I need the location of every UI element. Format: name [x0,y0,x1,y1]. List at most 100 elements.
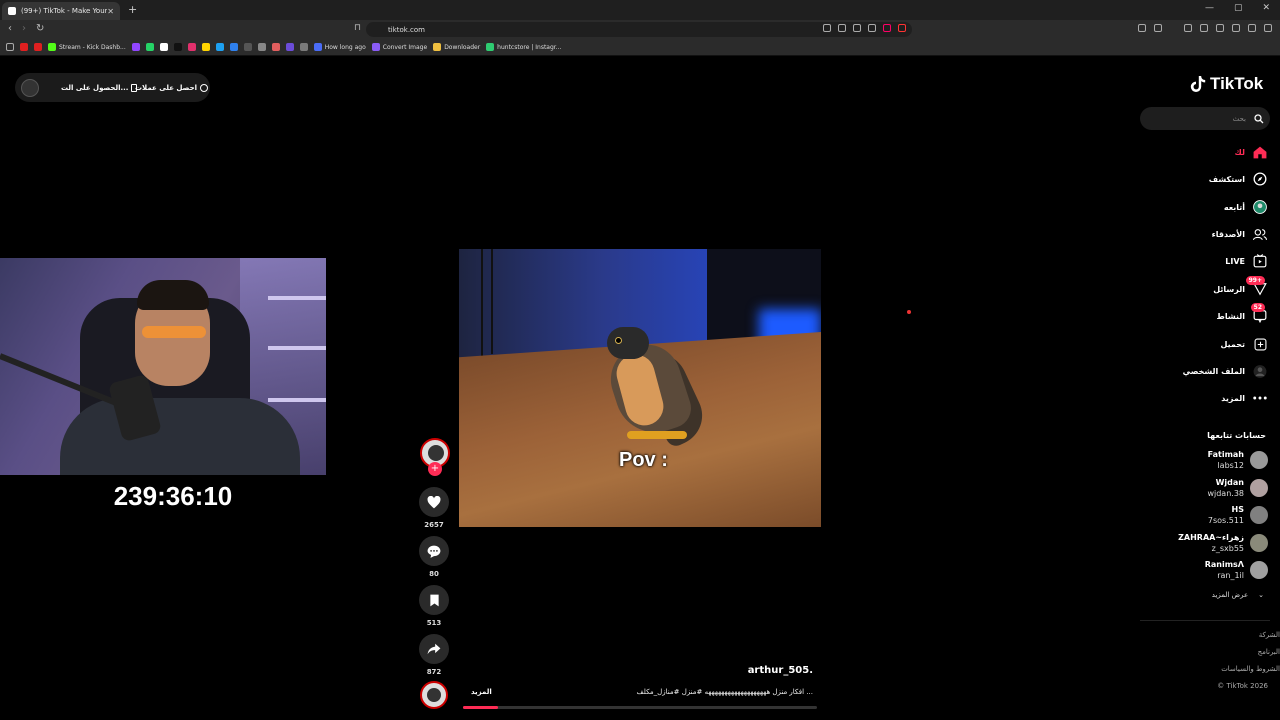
bookmark-item[interactable] [243,43,252,51]
new-tab-button[interactable]: + [128,3,137,16]
bookmark-item[interactable] [257,43,266,51]
sidebar-nav-item[interactable]: LIVE [1140,251,1267,271]
video-progress-bar[interactable] [463,706,817,709]
account-display-name: Fatimah [1207,450,1244,459]
video-author[interactable]: arthur_505. [700,665,813,676]
video-player[interactable]: Pov : [459,249,821,527]
see-more-button[interactable]: عرض المزيد ⌄ [1140,591,1264,599]
following-account[interactable]: ZAHRAA~زهراء z_sxb55 [1140,531,1268,555]
tiktok-logo[interactable]: TikTok [1190,74,1263,94]
bookmark-item[interactable]: Convert Image [371,43,428,51]
following-account[interactable]: Wjdan wjdan.38 [1140,476,1268,500]
tab-close-icon[interactable]: ✕ [107,7,114,16]
get-coins-pill: الحصول على الت... احصل على عملات [15,73,210,102]
following-account[interactable]: RanimsɅ ran_1il [1140,558,1268,582]
bookmark-item[interactable] [271,43,280,51]
bookmark-item[interactable] [201,43,210,51]
save-button[interactable] [419,585,449,615]
wallet-icon[interactable] [1216,24,1224,32]
footer-link-terms[interactable]: الشروط والسياسات [1221,665,1280,673]
following-accounts-title: حسابات تتابعها [1207,431,1266,440]
get-coins-button[interactable]: احصل على عملات [135,83,209,92]
bookmark-item[interactable] [187,43,196,51]
bookmark-item[interactable]: Downloader [433,43,480,51]
video-cable [481,249,483,369]
footer-link-program[interactable]: البرنامج [1258,648,1280,656]
account-avatar [1250,561,1268,579]
search-icon[interactable] [1254,113,1264,124]
zoom-icon[interactable] [838,24,846,32]
following-account[interactable]: HS 7sos.511 [1140,503,1268,527]
falcon-eye [615,337,622,344]
bookmark-item[interactable] [215,43,224,51]
like-button[interactable] [419,487,449,517]
bookmark-item[interactable] [145,43,154,51]
sidebar-nav-item[interactable]: النشاط 52 [1140,303,1267,326]
tiktok-favicon-icon [8,7,16,15]
share-icon[interactable] [868,24,876,32]
reload-icon[interactable]: ↻ [36,23,44,34]
bookmark-item[interactable] [34,43,42,51]
share-count: 872 [426,668,442,676]
sidebar-nav-item[interactable]: استكشف [1140,169,1267,189]
shelf [268,346,326,350]
sidebar-icon[interactable] [1200,24,1208,32]
apps-grid-icon[interactable] [6,43,14,51]
shelf [268,398,326,402]
bookmark-item[interactable] [173,43,182,51]
translate-icon[interactable] [823,24,831,32]
vpn-icon[interactable] [1248,24,1256,32]
minimize-button[interactable]: — [1205,3,1214,13]
description-more-link[interactable]: المزيد [471,688,492,696]
bookmark-item[interactable]: huntcstore | Instagr... [486,43,561,51]
sidebar-nav-item[interactable]: الرسائل 99+ [1140,276,1267,299]
maximize-button[interactable]: ▢ [1234,3,1243,13]
search-input[interactable]: بحث [1140,107,1270,130]
footer-link-company[interactable]: الشركة [1259,631,1280,639]
bookmark-item[interactable] [159,43,168,51]
extension-icon[interactable] [1138,24,1146,32]
notification-badge: 99+ [1245,276,1265,285]
cast-icon[interactable] [853,24,861,32]
get-app-button[interactable]: الحصول على الت... [61,83,138,92]
music-disc-avatar[interactable] [420,681,448,709]
bookmark-item[interactable] [229,43,238,51]
home-icon [1253,145,1267,159]
browser-tab[interactable]: (99+) TikTok - Make Your Day ✕ [2,2,120,20]
bookmark-item[interactable] [285,43,294,51]
menu-icon[interactable] [1264,24,1272,32]
follow-button[interactable]: + [428,462,442,476]
user-avatar[interactable] [21,78,39,97]
stream-timer: 239:36:10 [113,481,233,511]
rewards-icon[interactable] [898,24,906,32]
bookmark-label: Convert Image [382,43,428,51]
music-icon[interactable] [1184,24,1192,32]
bookmark-item[interactable] [299,43,308,51]
following-account[interactable]: Fatimah labs12 [1140,448,1268,472]
sidebar-nav-item[interactable]: الملف الشخصي [1140,361,1267,381]
screenshot-icon[interactable] [1154,24,1162,32]
messages-icon: 99+ [1245,276,1267,296]
bookmark-favicon-icon [243,43,252,51]
sidebar-nav-item[interactable]: تحميل [1140,334,1267,354]
bookmark-item[interactable] [131,43,140,51]
back-icon[interactable]: ‹ [8,23,12,34]
bookmark-item[interactable]: How long ago [313,43,366,51]
bookmark-item[interactable] [20,43,28,51]
comment-button[interactable] [419,536,449,566]
compass-icon [1253,172,1267,186]
bookmark-item[interactable]: Stream - Kick Dashb... [48,43,126,51]
bookmarks-bar: Stream - Kick Dashb... How long ago Conver… [0,39,1280,56]
sidebar-nav-item[interactable]: أتابعه [1140,197,1267,217]
close-window-button[interactable]: ✕ [1262,3,1270,13]
forward-icon[interactable]: › [22,23,26,34]
brave-shield-icon[interactable] [883,24,891,32]
sidebar-nav-label: الرسائل [1213,284,1245,294]
url-field[interactable]: tiktok.com [366,22,912,37]
sidebar-nav-item[interactable]: لك [1140,142,1267,162]
sidebar-nav-item[interactable]: الأصدقاء [1140,224,1267,244]
bookmark-page-icon[interactable]: ⊓ [354,23,361,33]
sidebar-nav-item[interactable]: المزيد [1140,388,1267,408]
leo-icon[interactable] [1232,24,1240,32]
share-button[interactable] [419,634,449,664]
